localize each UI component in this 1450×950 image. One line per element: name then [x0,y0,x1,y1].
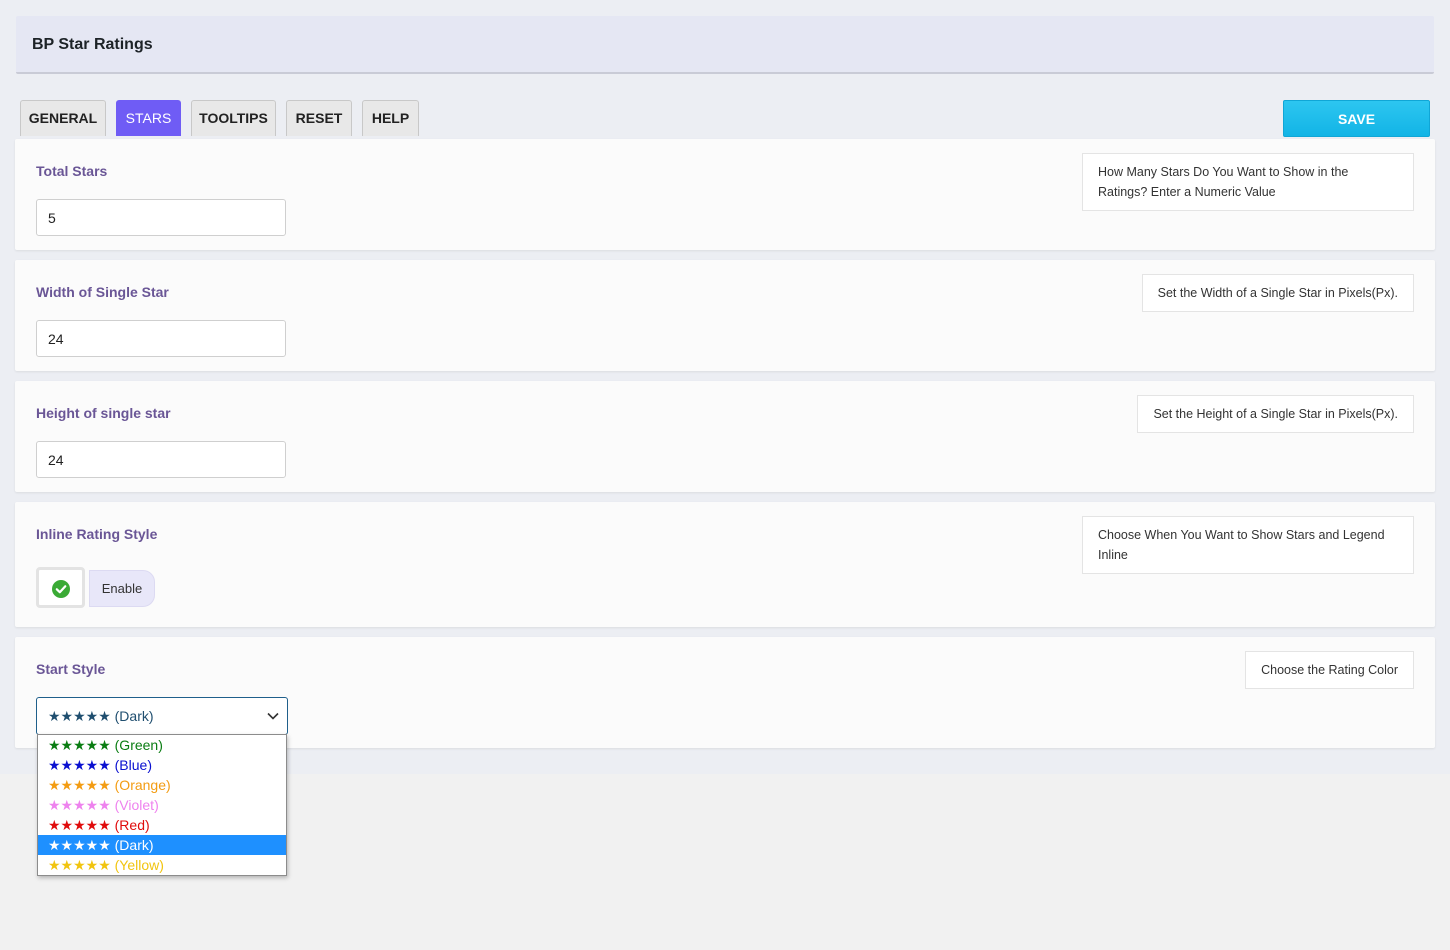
tab-reset[interactable]: RESET [286,100,352,136]
option-blue[interactable]: ★★★★★ (Blue) [38,755,286,775]
star-style-select[interactable]: ★★★★★ (Dark) [36,697,288,735]
star-width-label: Width of Single Star [36,284,169,300]
option-yellow[interactable]: ★★★★★ (Yellow) [38,855,286,875]
total-stars-help: How Many Stars Do You Want to Show in th… [1082,153,1414,211]
page-title: BP Star Ratings [32,36,153,53]
tab-general[interactable]: GENERAL [20,100,106,136]
check-circle-icon [52,580,70,598]
inline-style-card: Inline Rating Style Enable Choose When Y… [15,502,1435,627]
star-height-label: Height of single star [36,405,171,421]
option-red[interactable]: ★★★★★ (Red) [38,815,286,835]
option-orange[interactable]: ★★★★★ (Orange) [38,775,286,795]
settings-page: BP Star Ratings GENERAL STARS TOOLTIPS R… [0,0,1450,774]
inline-style-label: Inline Rating Style [36,526,158,542]
star-style-label: Start Style [36,661,106,677]
inline-style-toggle[interactable] [36,567,85,608]
tab-stars[interactable]: STARS [116,100,181,136]
save-button[interactable]: SAVE [1283,100,1430,137]
option-green[interactable]: ★★★★★ (Green) [38,735,286,755]
inline-style-help: Choose When You Want to Show Stars and L… [1082,516,1414,574]
option-dark[interactable]: ★★★★★ (Dark) [38,835,286,855]
enable-label[interactable]: Enable [89,570,155,607]
star-width-card: Width of Single Star Set the Width of a … [15,260,1435,371]
total-stars-label: Total Stars [36,163,108,179]
tab-help[interactable]: HELP [362,100,419,136]
star-style-selected-value: ★★★★★ (Dark) [48,708,154,724]
star-width-help: Set the Width of a Single Star in Pixels… [1141,274,1414,312]
star-height-input[interactable] [36,441,286,478]
star-height-help: Set the Height of a Single Star in Pixel… [1137,395,1414,433]
star-style-card: Start Style ★★★★★ (Dark) Choose the Rati… [15,637,1435,748]
option-violet[interactable]: ★★★★★ (Violet) [38,795,286,815]
star-width-input[interactable] [36,320,286,357]
page-header: BP Star Ratings [16,16,1434,74]
tab-tooltips[interactable]: TOOLTIPS [191,100,276,136]
star-height-card: Height of single star Set the Height of … [15,381,1435,492]
star-style-dropdown: ★★★★★ (Green) ★★★★★ (Blue) ★★★★★ (Orange… [37,734,287,876]
total-stars-card: Total Stars How Many Stars Do You Want t… [15,139,1435,250]
chevron-down-icon [267,712,279,720]
total-stars-input[interactable] [36,199,286,236]
star-style-help: Choose the Rating Color [1245,651,1414,689]
